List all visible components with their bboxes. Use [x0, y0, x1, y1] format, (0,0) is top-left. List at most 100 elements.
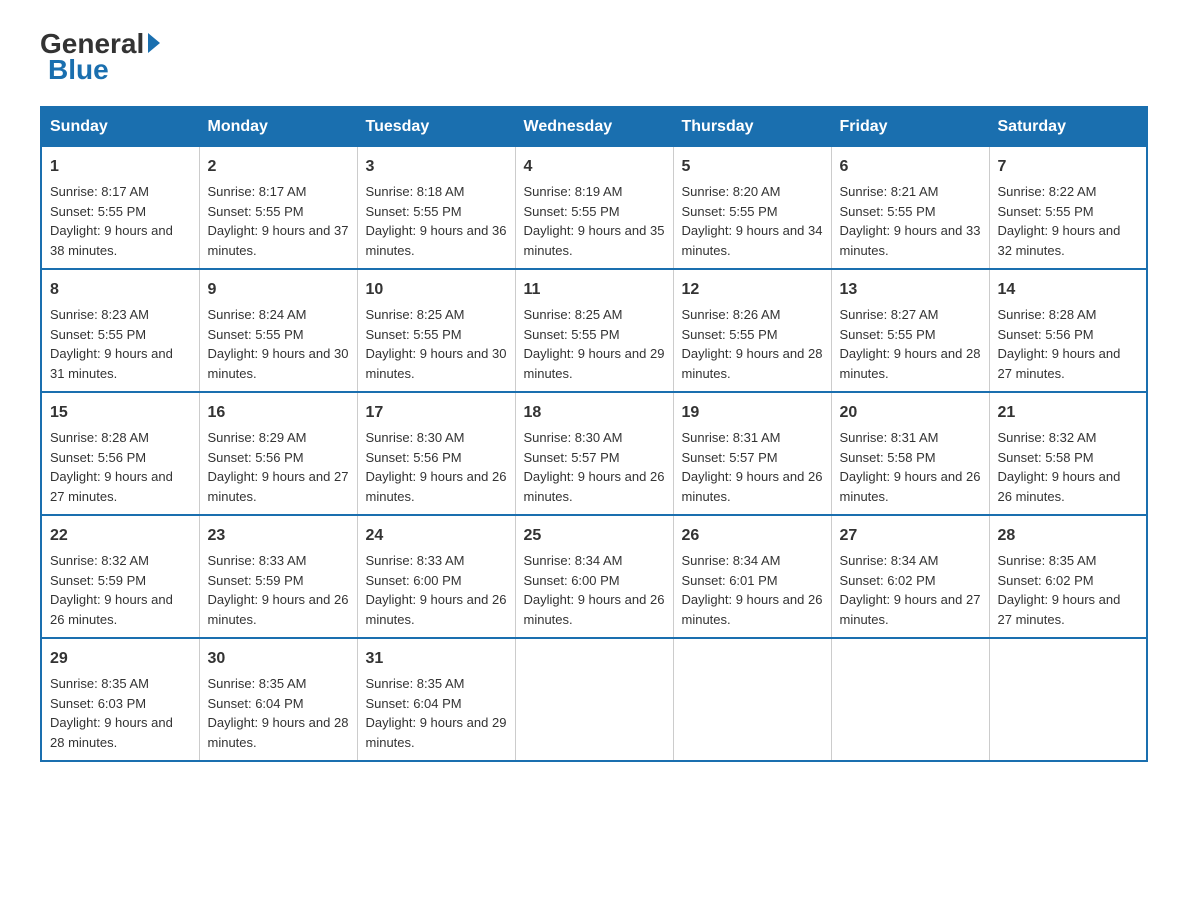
day-number: 26	[682, 524, 823, 548]
calendar-cell: 20Sunrise: 8:31 AMSunset: 5:58 PMDayligh…	[831, 392, 989, 515]
day-number: 19	[682, 401, 823, 425]
day-info: Sunrise: 8:17 AMSunset: 5:55 PMDaylight:…	[208, 184, 349, 258]
day-info: Sunrise: 8:32 AMSunset: 5:58 PMDaylight:…	[998, 430, 1121, 504]
calendar-cell: 4 Sunrise: 8:19 AMSunset: 5:55 PMDaylight…	[515, 147, 673, 270]
day-info: Sunrise: 8:26 AMSunset: 5:55 PMDaylight:…	[682, 307, 823, 381]
day-info: Sunrise: 8:23 AMSunset: 5:55 PMDaylight:…	[50, 307, 173, 381]
day-info: Sunrise: 8:33 AMSunset: 6:00 PMDaylight:…	[366, 553, 507, 627]
day-info: Sunrise: 8:17 AMSunset: 5:55 PMDaylight:…	[50, 184, 173, 258]
calendar-cell: 15 Sunrise: 8:28 AMSunset: 5:56 PMDayligh…	[41, 392, 199, 515]
day-number: 9	[208, 278, 349, 302]
calendar-week-2: 8 Sunrise: 8:23 AMSunset: 5:55 PMDaylight…	[41, 269, 1147, 392]
day-info: Sunrise: 8:24 AMSunset: 5:55 PMDaylight:…	[208, 307, 349, 381]
calendar-cell: 2 Sunrise: 8:17 AMSunset: 5:55 PMDaylight…	[199, 147, 357, 270]
calendar-cell: 26 Sunrise: 8:34 AMSunset: 6:01 PMDayligh…	[673, 515, 831, 638]
day-info: Sunrise: 8:33 AMSunset: 5:59 PMDaylight:…	[208, 553, 349, 627]
calendar-cell: 27 Sunrise: 8:34 AMSunset: 6:02 PMDayligh…	[831, 515, 989, 638]
calendar-header-sunday: Sunday	[41, 107, 199, 147]
day-number: 23	[208, 524, 349, 548]
day-info: Sunrise: 8:31 AMSunset: 5:57 PMDaylight:…	[682, 430, 823, 504]
day-number: 2	[208, 155, 349, 179]
day-number: 15	[50, 401, 191, 425]
calendar-cell: 19 Sunrise: 8:31 AMSunset: 5:57 PMDayligh…	[673, 392, 831, 515]
day-number: 18	[524, 401, 665, 425]
day-number: 27	[840, 524, 981, 548]
calendar-cell: 13Sunrise: 8:27 AMSunset: 5:55 PMDayligh…	[831, 269, 989, 392]
day-info: Sunrise: 8:34 AMSunset: 6:01 PMDaylight:…	[682, 553, 823, 627]
day-number: 1	[50, 155, 191, 179]
day-number: 25	[524, 524, 665, 548]
calendar-cell	[831, 638, 989, 761]
day-info: Sunrise: 8:25 AMSunset: 5:55 PMDaylight:…	[366, 307, 507, 381]
calendar-week-5: 29 Sunrise: 8:35 AMSunset: 6:03 PMDayligh…	[41, 638, 1147, 761]
day-number: 28	[998, 524, 1139, 548]
day-number: 24	[366, 524, 507, 548]
day-info: Sunrise: 8:18 AMSunset: 5:55 PMDaylight:…	[366, 184, 507, 258]
day-info: Sunrise: 8:30 AMSunset: 5:57 PMDaylight:…	[524, 430, 665, 504]
page-header: General Blue	[40, 30, 1148, 86]
day-number: 14	[998, 278, 1139, 302]
day-number: 22	[50, 524, 191, 548]
day-number: 3	[366, 155, 507, 179]
day-number: 20	[840, 401, 981, 425]
calendar-header-monday: Monday	[199, 107, 357, 147]
calendar-cell: 21 Sunrise: 8:32 AMSunset: 5:58 PMDayligh…	[989, 392, 1147, 515]
calendar-header-thursday: Thursday	[673, 107, 831, 147]
day-number: 10	[366, 278, 507, 302]
calendar-cell: 25 Sunrise: 8:34 AMSunset: 6:00 PMDayligh…	[515, 515, 673, 638]
calendar-cell: 22 Sunrise: 8:32 AMSunset: 5:59 PMDayligh…	[41, 515, 199, 638]
day-number: 8	[50, 278, 191, 302]
day-info: Sunrise: 8:32 AMSunset: 5:59 PMDaylight:…	[50, 553, 173, 627]
day-number: 16	[208, 401, 349, 425]
day-number: 17	[366, 401, 507, 425]
calendar-cell	[673, 638, 831, 761]
calendar-cell: 3 Sunrise: 8:18 AMSunset: 5:55 PMDaylight…	[357, 147, 515, 270]
calendar-cell: 6Sunrise: 8:21 AMSunset: 5:55 PMDaylight…	[831, 147, 989, 270]
calendar-header-saturday: Saturday	[989, 107, 1147, 147]
calendar-cell: 31 Sunrise: 8:35 AMSunset: 6:04 PMDayligh…	[357, 638, 515, 761]
day-info: Sunrise: 8:30 AMSunset: 5:56 PMDaylight:…	[366, 430, 507, 504]
day-info: Sunrise: 8:29 AMSunset: 5:56 PMDaylight:…	[208, 430, 349, 504]
day-number: 5	[682, 155, 823, 179]
calendar-header-tuesday: Tuesday	[357, 107, 515, 147]
calendar-header-wednesday: Wednesday	[515, 107, 673, 147]
calendar-cell: 18 Sunrise: 8:30 AMSunset: 5:57 PMDayligh…	[515, 392, 673, 515]
day-number: 12	[682, 278, 823, 302]
calendar-table: SundayMondayTuesdayWednesdayThursdayFrid…	[40, 106, 1148, 762]
logo: General Blue	[40, 30, 160, 86]
day-number: 31	[366, 647, 507, 671]
day-info: Sunrise: 8:34 AMSunset: 6:02 PMDaylight:…	[840, 553, 981, 627]
day-info: Sunrise: 8:28 AMSunset: 5:56 PMDaylight:…	[50, 430, 173, 504]
calendar-cell: 8 Sunrise: 8:23 AMSunset: 5:55 PMDaylight…	[41, 269, 199, 392]
logo-triangle-icon	[148, 33, 160, 53]
day-info: Sunrise: 8:34 AMSunset: 6:00 PMDaylight:…	[524, 553, 665, 627]
calendar-cell: 1 Sunrise: 8:17 AMSunset: 5:55 PMDaylight…	[41, 147, 199, 270]
day-info: Sunrise: 8:22 AMSunset: 5:55 PMDaylight:…	[998, 184, 1121, 258]
calendar-cell: 9 Sunrise: 8:24 AMSunset: 5:55 PMDaylight…	[199, 269, 357, 392]
day-number: 29	[50, 647, 191, 671]
calendar-cell: 23 Sunrise: 8:33 AMSunset: 5:59 PMDayligh…	[199, 515, 357, 638]
calendar-cell: 16 Sunrise: 8:29 AMSunset: 5:56 PMDayligh…	[199, 392, 357, 515]
calendar-cell: 29 Sunrise: 8:35 AMSunset: 6:03 PMDayligh…	[41, 638, 199, 761]
calendar-cell: 17 Sunrise: 8:30 AMSunset: 5:56 PMDayligh…	[357, 392, 515, 515]
calendar-cell	[515, 638, 673, 761]
day-info: Sunrise: 8:35 AMSunset: 6:04 PMDaylight:…	[208, 676, 349, 750]
day-info: Sunrise: 8:35 AMSunset: 6:03 PMDaylight:…	[50, 676, 173, 750]
calendar-cell	[989, 638, 1147, 761]
calendar-week-4: 22 Sunrise: 8:32 AMSunset: 5:59 PMDayligh…	[41, 515, 1147, 638]
day-number: 7	[998, 155, 1139, 179]
day-info: Sunrise: 8:35 AMSunset: 6:02 PMDaylight:…	[998, 553, 1121, 627]
day-number: 11	[524, 278, 665, 302]
calendar-cell: 10 Sunrise: 8:25 AMSunset: 5:55 PMDayligh…	[357, 269, 515, 392]
day-info: Sunrise: 8:19 AMSunset: 5:55 PMDaylight:…	[524, 184, 665, 258]
day-number: 4	[524, 155, 665, 179]
day-number: 21	[998, 401, 1139, 425]
day-number: 30	[208, 647, 349, 671]
calendar-cell: 11 Sunrise: 8:25 AMSunset: 5:55 PMDayligh…	[515, 269, 673, 392]
calendar-week-1: 1 Sunrise: 8:17 AMSunset: 5:55 PMDaylight…	[41, 147, 1147, 270]
day-info: Sunrise: 8:35 AMSunset: 6:04 PMDaylight:…	[366, 676, 507, 750]
day-info: Sunrise: 8:27 AMSunset: 5:55 PMDaylight:…	[840, 307, 981, 381]
day-info: Sunrise: 8:20 AMSunset: 5:55 PMDaylight:…	[682, 184, 823, 258]
day-number: 6	[840, 155, 981, 179]
day-info: Sunrise: 8:25 AMSunset: 5:55 PMDaylight:…	[524, 307, 665, 381]
